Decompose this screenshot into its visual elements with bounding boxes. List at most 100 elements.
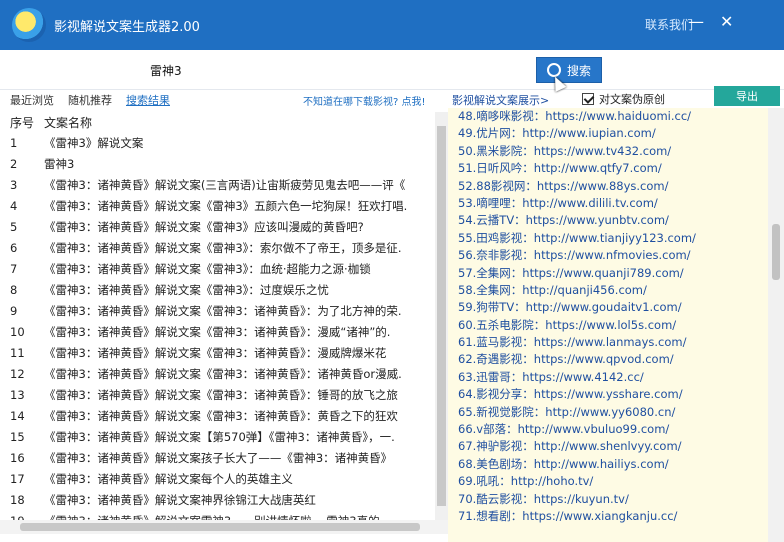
search-input[interactable] [150, 58, 530, 82]
site-list-item[interactable]: 50.黑米影院：https://www.tv432.com/ [448, 143, 768, 160]
tab-recent[interactable]: 最近浏览 [10, 92, 54, 108]
download-hint-link[interactable]: 不知道在哪下载影视? 点我! [303, 93, 426, 108]
row-title: 《雷神3：诸神黄昏》解说文案《雷神3：诸神黄昏》：黄昏之下的狂欢 [44, 408, 398, 423]
row-title: 《雷神3：诸神黄昏》解说文案《雷神3：诸神黄昏》：为了北方神的荣. [44, 303, 402, 318]
table-row[interactable]: 8 《雷神3：诸神黄昏》解说文案《雷神3》：过度娱乐之忧 [0, 279, 434, 300]
table-row[interactable]: 3 《雷神3：诸神黄昏》解说文案(三言两语)让宙斯疲劳见鬼去吧——评《 [0, 174, 434, 195]
pseudo-original-label: 对文案伪原创 [599, 93, 665, 106]
row-title: 《雷神3：诸神黄昏》解说文案【第570弹】《雷神3：诸神黄昏》，一. [44, 429, 395, 444]
row-title: 《雷神3：诸神黄昏》解说文案《雷神3》：血统·超能力之源·枷锁 [44, 261, 371, 276]
row-title: 《雷神3：诸神黄昏》解说文案(三言两语)让宙斯疲劳见鬼去吧——评《 [44, 177, 406, 192]
logo-icon [12, 8, 46, 42]
row-title: 《雷神3：诸神黄昏》解说文案孩子长大了——《雷神3：诸神黄昏》 [44, 450, 393, 465]
preview-link[interactable]: 影视解说文案展示> [452, 92, 549, 108]
site-list-item[interactable]: 58.全集网：http://quanji456.com/ [448, 282, 768, 299]
site-list-item[interactable]: 61.蓝马影视：https://www.lanmays.com/ [448, 334, 768, 351]
contact-us-link[interactable]: 联系我们 [645, 16, 693, 33]
table-row[interactable]: 13 《雷神3：诸神黄昏》解说文案《雷神3：诸神黄昏》：锤哥的放飞之旅 [0, 384, 434, 405]
site-list-item[interactable]: 68.美色剧场：http://www.hailiys.com/ [448, 456, 768, 473]
table-row[interactable]: 5 《雷神3：诸神黄昏》解说文案《雷神3》应该叫漫威的黄昏吧? [0, 216, 434, 237]
table-row[interactable]: 14 《雷神3：诸神黄昏》解说文案《雷神3：诸神黄昏》：黄昏之下的狂欢 [0, 405, 434, 426]
table-row[interactable]: 6 《雷神3：诸神黄昏》解说文案《雷神3》：索尔做不了帝王，顶多是征. [0, 237, 434, 258]
row-index: 6 [10, 240, 18, 255]
site-list-item[interactable]: 48.嘀哆咪影视：https://www.haiduomi.cc/ [448, 108, 768, 125]
table-row[interactable]: 15 《雷神3：诸神黄昏》解说文案【第570弹】《雷神3：诸神黄昏》，一. [0, 426, 434, 447]
search-bar [0, 50, 784, 90]
table-row[interactable]: 16 《雷神3：诸神黄昏》解说文案孩子长大了——《雷神3：诸神黄昏》 [0, 447, 434, 468]
row-index: 7 [10, 261, 18, 276]
site-list-item[interactable]: 55.田鸡影视：http://www.tianjiyy123.com/ [448, 230, 768, 247]
row-title: 《雷神3：诸神黄昏》解说文案《雷神3》：过度娱乐之忧 [44, 282, 329, 297]
table-row[interactable]: 18 《雷神3：诸神黄昏》解说文案神界徐锦江大战唐英红 [0, 489, 434, 510]
row-index: 5 [10, 219, 18, 234]
row-title: 《雷神3》解说文案 [44, 135, 144, 150]
site-list-item[interactable]: 59.狗带TV：http://www.goudaitv1.com/ [448, 299, 768, 316]
table-row[interactable]: 17 《雷神3：诸神黄昏》解说文案每个人的英雄主义 [0, 468, 434, 489]
row-title: 《雷神3：诸神黄昏》解说文案每个人的英雄主义 [44, 471, 293, 486]
row-title: 雷神3 [44, 156, 75, 171]
pseudo-original-checkbox[interactable] [582, 93, 594, 105]
row-index: 4 [10, 198, 18, 213]
results-table: 序号 文案名称 1 《雷神3》解说文案 2 雷神3 3 《雷神3：诸神黄昏》解说文案(… [0, 112, 448, 530]
table-row[interactable]: 1 《雷神3》解说文案 [0, 132, 434, 153]
table-row[interactable]: 12 《雷神3：诸神黄昏》解说文案《雷神3：诸神黄昏》：诸神黄昏or漫威. [0, 363, 434, 384]
column-header-name[interactable]: 文案名称 [44, 114, 448, 131]
site-list-panel: 48.嘀哆咪影视：https://www.haiduomi.cc/ 49.优片网… [448, 108, 768, 542]
site-list-item[interactable]: 57.全集网：https://www.quanji789.com/ [448, 265, 768, 282]
site-list-item[interactable]: 67.神驴影视：http://www.shenlvyy.com/ [448, 438, 768, 455]
scrollbar-thumb[interactable] [437, 126, 446, 506]
table-horizontal-scrollbar[interactable] [0, 520, 448, 534]
row-index: 13 [10, 387, 25, 402]
site-list-item[interactable]: 49.优片网：http://www.iupian.com/ [448, 125, 768, 142]
table-row[interactable]: 9 《雷神3：诸神黄昏》解说文案《雷神3：诸神黄昏》：为了北方神的荣. [0, 300, 434, 321]
row-title: 《雷神3：诸神黄昏》解说文案《雷神3：诸神黄昏》：诸神黄昏or漫威. [44, 366, 402, 381]
scrollbar-thumb[interactable] [772, 224, 780, 280]
site-list-item[interactable]: 63.迅雷哥：https://www.4142.cc/ [448, 369, 768, 386]
export-button[interactable]: 导出 [714, 86, 780, 106]
column-header-index[interactable]: 序号 [0, 114, 44, 131]
table-row[interactable]: 4 《雷神3：诸神黄昏》解说文案《雷神3》五颜六色一坨狗屎！狂欢打唱. [0, 195, 434, 216]
site-list-item[interactable]: 56.奈非影视：https://www.nfmovies.com/ [448, 247, 768, 264]
table-body: 1 《雷神3》解说文案 2 雷神3 3 《雷神3：诸神黄昏》解说文案(三言两语)让宙斯… [0, 132, 434, 530]
row-index: 11 [10, 345, 25, 360]
row-index: 15 [10, 429, 25, 444]
site-list-item[interactable]: 52.88影视网：https://www.88ys.com/ [448, 178, 768, 195]
table-header: 序号 文案名称 [0, 112, 448, 132]
close-icon[interactable]: ✕ [720, 12, 733, 32]
table-row[interactable]: 2 雷神3 [0, 153, 434, 174]
row-title: 《雷神3：诸神黄昏》解说文案《雷神3：诸神黄昏》：漫威“诸神”的. [44, 324, 391, 339]
tab-random[interactable]: 随机推荐 [68, 92, 112, 108]
site-list-item[interactable]: 53.嘀哩哩：http://www.dilili.tv.com/ [448, 195, 768, 212]
row-index: 14 [10, 408, 25, 423]
table-row[interactable]: 10 《雷神3：诸神黄昏》解说文案《雷神3：诸神黄昏》：漫威“诸神”的. [0, 321, 434, 342]
site-list-scrollbar[interactable] [768, 108, 784, 542]
site-list-item[interactable]: 66.v部落：http://www.vbuluo99.com/ [448, 421, 768, 438]
table-vertical-scrollbar[interactable] [435, 112, 448, 530]
row-index: 1 [10, 135, 18, 150]
row-title: 《雷神3：诸神黄昏》解说文案《雷神3》：索尔做不了帝王，顶多是征. [44, 240, 402, 255]
site-list-item[interactable]: 69.吼吼：http://hoho.tv/ [448, 473, 768, 490]
app-title: 影视解说文案生成器2.00 [54, 20, 200, 35]
row-index: 18 [10, 492, 25, 507]
row-index: 12 [10, 366, 25, 381]
minimize-icon[interactable]: — [688, 12, 704, 32]
site-list-item[interactable]: 51.日听风吟：http://www.qtfy7.com/ [448, 160, 768, 177]
search-button[interactable]: 搜索 [536, 57, 602, 83]
site-list-item[interactable]: 60.五杀电影院：https://www.lol5s.com/ [448, 317, 768, 334]
scrollbar-thumb[interactable] [20, 523, 420, 531]
site-list-item[interactable]: 65.新视觉影院：http://www.yy6080.cn/ [448, 404, 768, 421]
table-row[interactable]: 7 《雷神3：诸神黄昏》解说文案《雷神3》：血统·超能力之源·枷锁 [0, 258, 434, 279]
pseudo-original-option[interactable]: 对文案伪原创 [582, 91, 665, 107]
site-list-item[interactable]: 70.酷云影视：https://kuyun.tv/ [448, 491, 768, 508]
row-index: 9 [10, 303, 18, 318]
site-list-item[interactable]: 71.想看剧：https://www.xiangkanju.cc/ [448, 508, 768, 525]
row-index: 17 [10, 471, 25, 486]
site-list-item[interactable]: 64.影视分享：https://www.ysshare.com/ [448, 386, 768, 403]
row-title: 《雷神3：诸神黄昏》解说文案《雷神3》五颜六色一坨狗屎！狂欢打唱. [44, 198, 408, 213]
site-list-item[interactable]: 54.云播TV：https://www.yunbtv.com/ [448, 212, 768, 229]
row-index: 3 [10, 177, 18, 192]
search-button-label: 搜索 [566, 63, 591, 78]
tab-results[interactable]: 搜索结果 [126, 92, 170, 108]
site-list-item[interactable]: 62.奇遇影视：https://www.qpvod.com/ [448, 351, 768, 368]
table-row[interactable]: 11 《雷神3：诸神黄昏》解说文案《雷神3：诸神黄昏》：漫威牌爆米花 [0, 342, 434, 363]
